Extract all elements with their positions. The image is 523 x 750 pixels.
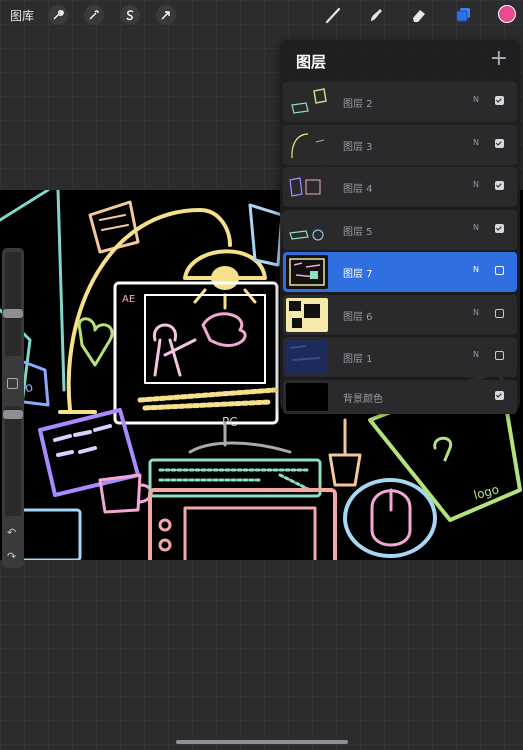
layer-thumbnail [286,127,328,162]
layer-row[interactable]: 图层 4 N [283,167,517,207]
mouse [370,488,412,547]
brush-size-thumb[interactable] [3,309,23,318]
layer-row[interactable]: 图层 3 N [283,124,517,165]
visibility-checkbox[interactable] [495,181,504,190]
smudge-icon[interactable] [365,4,387,26]
layer-name: 图层 7 [343,269,373,280]
blend-mode-button[interactable]: N [473,138,479,147]
layers-panel: 图层 + 图层 2 N 图层 3 N 图层 4 N 图层 5 N 图层 7 N … [280,40,520,414]
timeline-bars [137,387,278,411]
magic-wand-icon[interactable] [84,5,104,25]
home-indicator[interactable] [176,740,348,744]
eyedropper-square-button[interactable] [7,378,18,389]
layer-name: 图层 4 [343,184,373,195]
eraser-icon[interactable] [408,4,430,26]
background-color-swatch [286,382,328,411]
layer-name: 图层 3 [343,141,373,153]
layer-thumbnail [286,340,328,374]
layer-name: 图层 5 [343,226,373,238]
layer-row[interactable]: 图层 1 N [283,337,517,377]
layer-row[interactable]: 图层 2 N [283,82,517,122]
visibility-checkbox[interactable] [495,266,504,275]
wrench-icon[interactable] [48,5,68,25]
layer-thumbnail [286,212,328,247]
opacity-slider[interactable] [5,406,21,516]
color-picker-button[interactable] [498,5,516,23]
top-toolbar: 图库 [0,0,523,30]
layer-name: 背景颜色 [343,393,383,405]
brush-icon[interactable] [322,4,344,26]
drink-cup [328,418,362,487]
layers-icon[interactable] [452,4,474,26]
add-layer-button[interactable]: + [490,46,508,71]
blend-mode-button[interactable]: N [473,308,479,317]
layer-thumbnail [286,255,328,289]
visibility-checkbox[interactable] [495,138,504,148]
blend-mode-button[interactable]: N [473,223,479,232]
layer-row[interactable]: 图层 6 N [283,294,517,335]
brush-size-slider[interactable] [5,252,21,356]
blend-mode-button[interactable]: N [473,95,479,104]
tablet-stand [38,408,140,497]
selection-s-icon[interactable] [120,5,140,25]
layer-thumbnail [286,85,328,119]
layer-list: 图层 2 N 图层 3 N 图层 4 N 图层 5 N 图层 7 N 图层 6 … [283,82,517,416]
blend-mode-button[interactable]: N [473,180,479,189]
left-sidebar: ↶ ↷ [2,248,24,568]
layer-row-background[interactable]: 背景颜色 [283,379,517,414]
visibility-checkbox[interactable] [495,223,504,233]
visibility-checkbox[interactable] [495,351,504,360]
layer-name: 图层 2 [343,99,373,110]
character-doodle [153,323,197,377]
redo-icon[interactable]: ↷ [7,550,16,563]
layer-thumbnail [286,170,328,204]
heart-doodle [77,317,114,367]
floppy-disk [18,508,82,560]
layer-thumbnail [286,297,328,332]
mug [98,473,153,514]
frame-doodle [248,203,284,267]
visibility-checkbox[interactable] [495,390,504,400]
drawing-tablet [148,488,337,560]
layer-name: 图层 1 [343,354,373,365]
visibility-checkbox[interactable] [495,96,504,105]
undo-icon[interactable]: ↶ [7,526,16,539]
visibility-checkbox[interactable] [495,308,504,318]
layer-row-active[interactable]: 图层 7 N [283,252,517,292]
blend-mode-button[interactable]: N [473,350,479,359]
layers-panel-title: 图层 [296,53,327,71]
layer-row[interactable]: 图层 5 N [283,209,517,250]
ae-label: AE [122,294,135,305]
transform-arrow-icon[interactable] [156,5,176,25]
opacity-thumb[interactable] [3,410,23,419]
layer-name: 图层 6 [343,311,373,323]
lamp-arm [66,208,232,412]
blend-mode-button[interactable]: N [473,265,479,274]
gallery-button[interactable]: 图库 [10,7,34,24]
